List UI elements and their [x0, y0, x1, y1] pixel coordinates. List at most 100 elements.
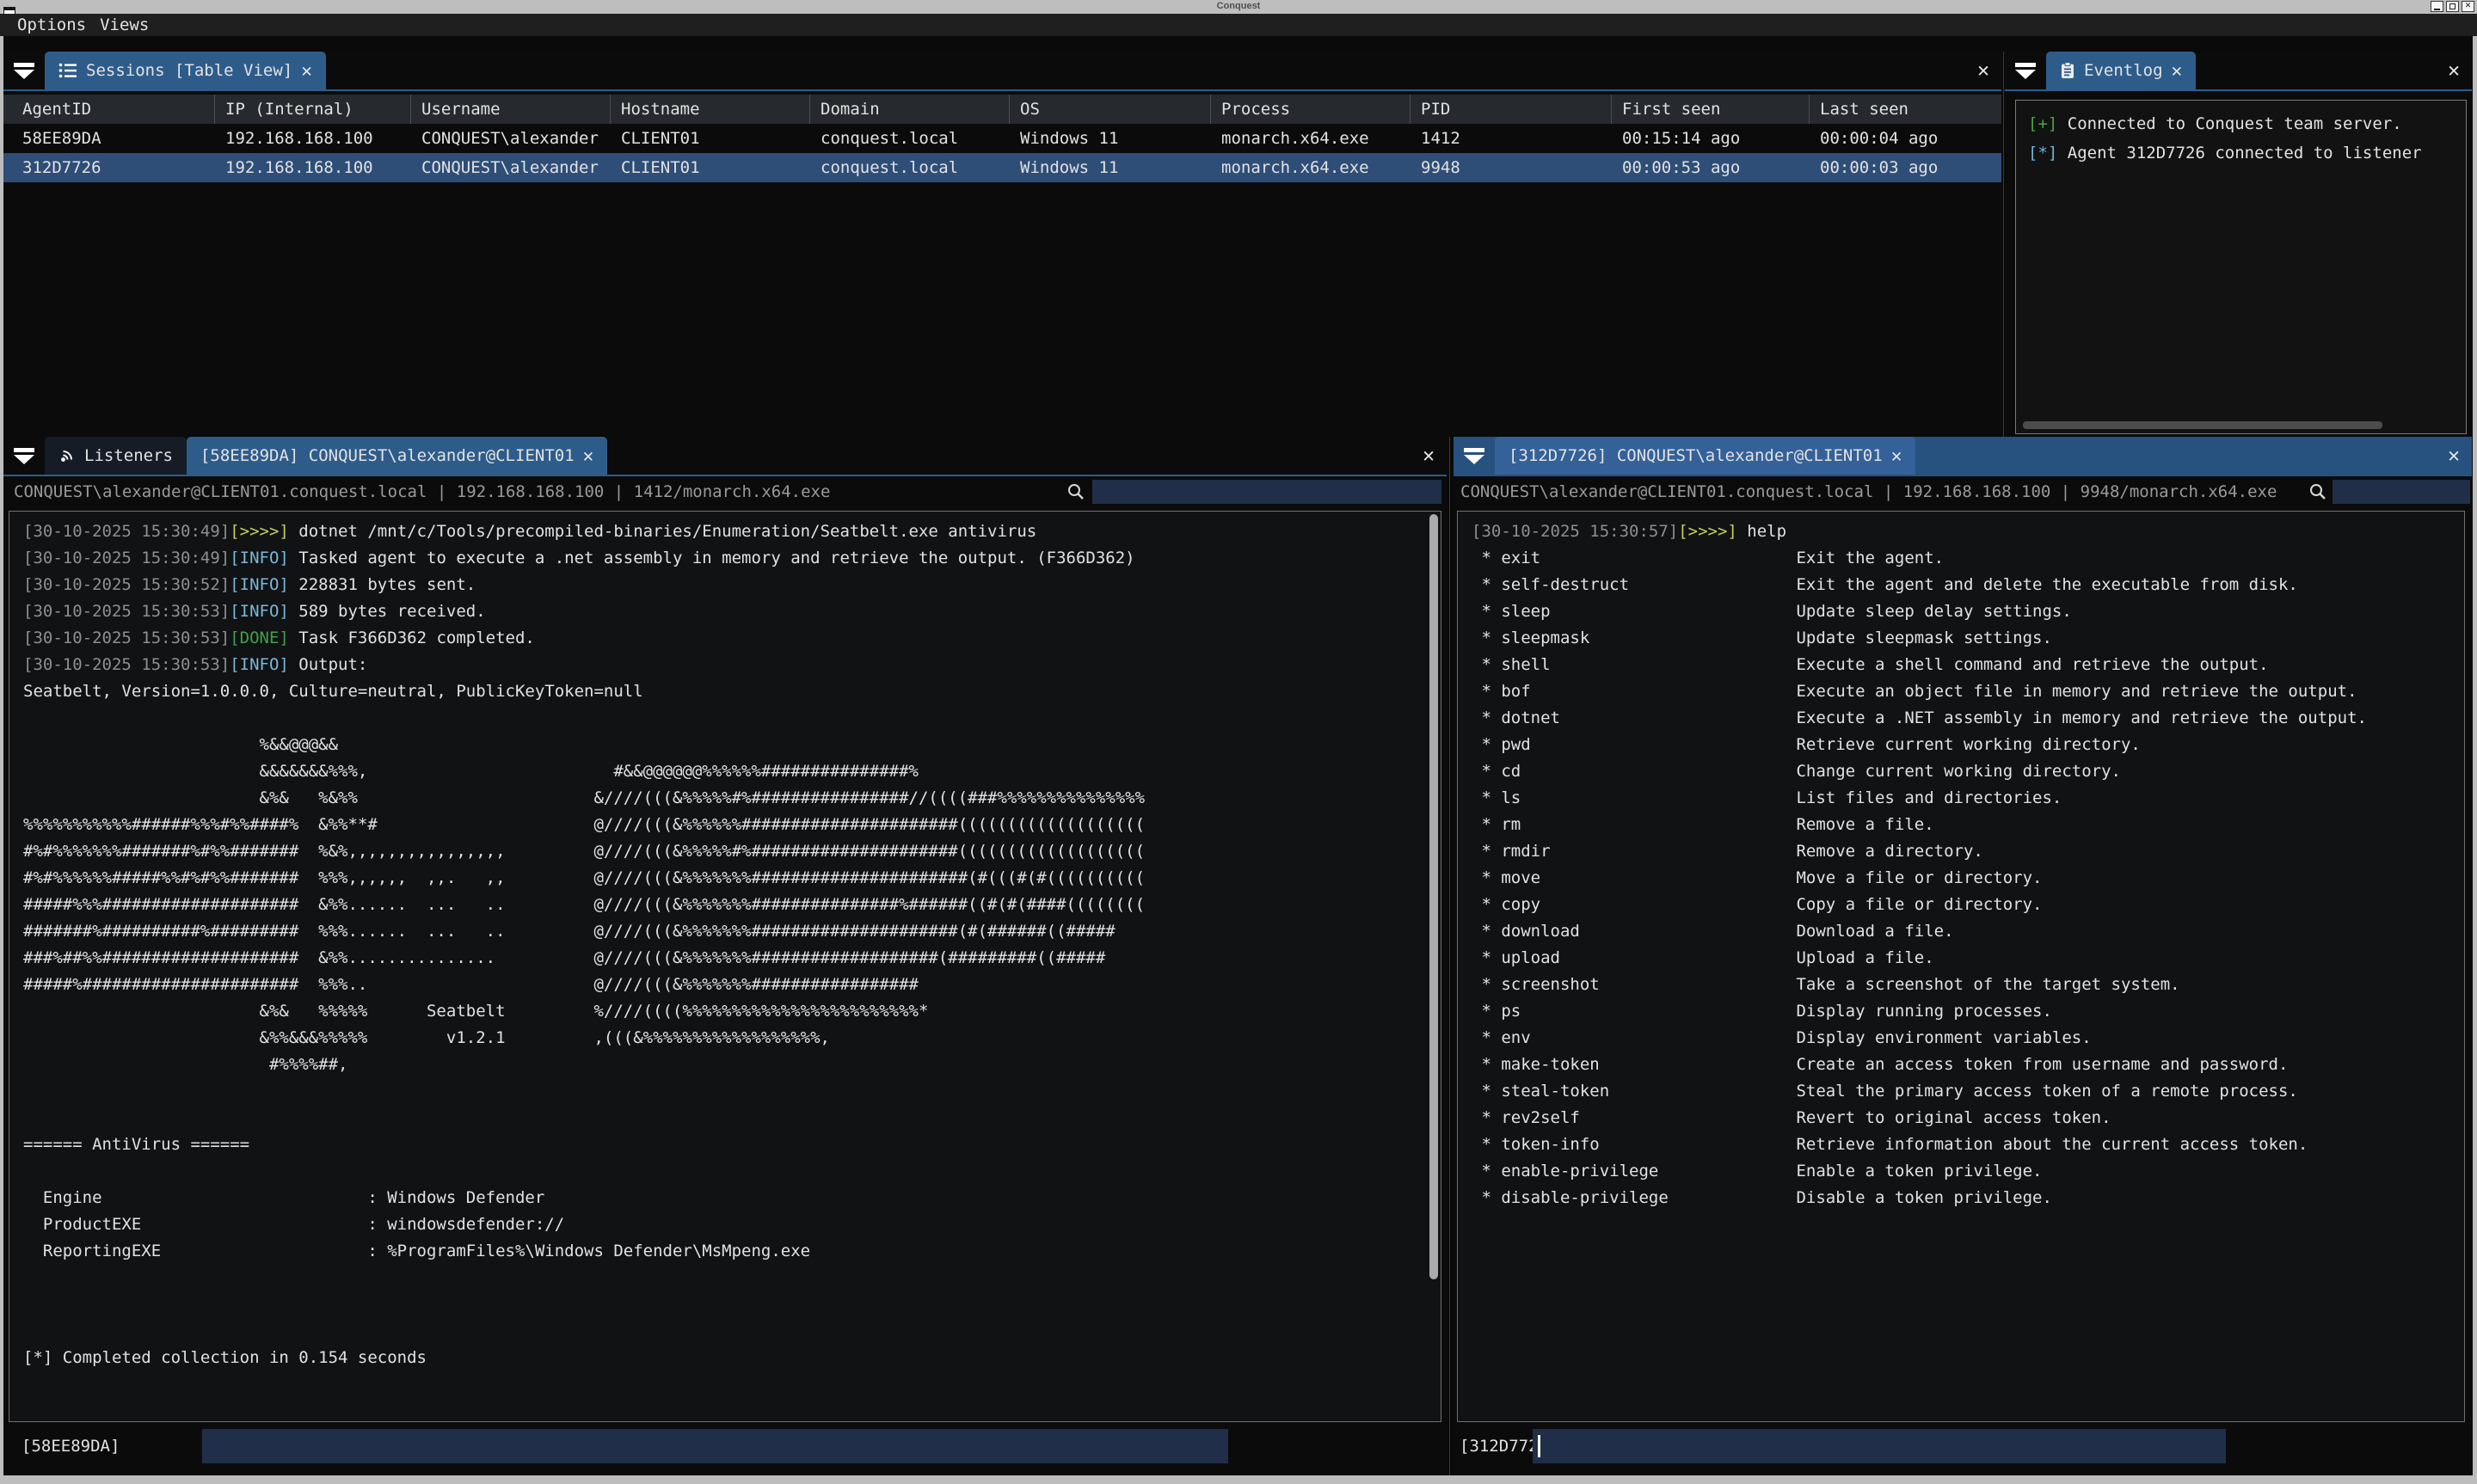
tab-close-icon[interactable]: ✕ [2172, 62, 2183, 80]
sessions-tabbar: Sessions [Table View] ✕ ✕ [3, 52, 2001, 91]
column-header[interactable]: AgentID [3, 95, 215, 124]
cell: CONQUEST\alexander [411, 153, 611, 182]
sessions-panel-close-icon[interactable]: ✕ [1977, 59, 1989, 82]
console-line: * ls List files and directories. [1472, 785, 2464, 812]
tab-listeners[interactable]: Listeners [45, 437, 187, 475]
eventlog-panel-close-icon[interactable]: ✕ [2448, 59, 2460, 82]
session-row[interactable]: 312D7726192.168.168.100CONQUEST\alexande… [3, 153, 2001, 182]
right-console-output[interactable]: [30-10-2025 15:30:57][>>>>] help * exit … [1457, 511, 2465, 1422]
panel-menu-button[interactable] [3, 437, 45, 475]
window-title: Conquest [0, 1, 2477, 11]
cell: 58EE89DA [3, 124, 215, 153]
console-line: [30-10-2025 15:30:52][INFO] 228831 bytes… [23, 572, 1441, 598]
tab-close-icon[interactable]: ✕ [1891, 447, 1902, 465]
console-line [23, 1291, 1441, 1318]
console-line: #####%###################### %%%.. @////… [23, 972, 1441, 998]
panel-menu-button[interactable] [1454, 437, 1495, 475]
console-line: [30-10-2025 15:30:49][>>>>] dotnet /mnt/… [23, 518, 1441, 545]
right-console-tabbar: [312D7726] CONQUEST\alexander@CLIENT01 ✕… [1454, 437, 2472, 476]
window-border-right [2473, 36, 2477, 1475]
column-header[interactable]: PID [1411, 95, 1612, 124]
panel-menu-button[interactable] [3, 52, 45, 89]
tab-session-label: [58EE89DA] CONQUEST\alexander@CLIENT01 [200, 446, 575, 465]
column-header[interactable]: Process [1211, 95, 1411, 124]
panel-menu-button[interactable] [2005, 52, 2046, 89]
menu-views[interactable]: Views [100, 15, 149, 34]
console-line: &%& %%%%% Seatbelt %////((((%%%%%%%%%%%%… [23, 998, 1441, 1025]
column-header[interactable]: OS [1010, 95, 1211, 124]
console-lines: [30-10-2025 15:30:49][>>>>] dotnet /mnt/… [23, 518, 1441, 1371]
console-line: * sleep Update sleep delay settings. [1472, 598, 2464, 625]
splitter-top[interactable] [2003, 52, 2004, 437]
chevron-down-icon [2015, 70, 2036, 79]
cell: Windows 11 [1010, 153, 1211, 182]
eventlog-line: [*] Agent 312D7726 connected to listener [2028, 138, 2466, 168]
tab-session-label: [312D7726] CONQUEST\alexander@CLIENT01 [1509, 446, 1883, 465]
search-input[interactable] [2333, 480, 2470, 504]
close-button[interactable]: ✕ [2462, 1, 2474, 12]
eventlog-output: [+] Connected to Conquest team server.[*… [2015, 100, 2467, 434]
cell: monarch.x64.exe [1211, 153, 1411, 182]
console-line: * bof Execute an object file in memory a… [1472, 678, 2464, 705]
console-line: %&&@@@&& [23, 732, 1441, 758]
menu-bar: Options Views [0, 14, 2477, 36]
column-header[interactable]: Last seen [1810, 95, 2001, 124]
column-header[interactable]: Hostname [611, 95, 810, 124]
menu-options[interactable]: Options [17, 15, 86, 34]
title-bar[interactable]: Conquest ✕ [0, 0, 2477, 14]
column-header[interactable]: Domain [810, 95, 1010, 124]
cell: 00:15:14 ago [1612, 124, 1810, 153]
text-cursor [1538, 1435, 1540, 1457]
session-row[interactable]: 58EE89DA192.168.168.100CONQUEST\alexande… [3, 124, 2001, 153]
console-line: * cd Change current working directory. [1472, 758, 2464, 785]
sessions-table-header: AgentIDIP (Internal)UsernameHostnameDoma… [3, 95, 2001, 124]
console-line: * steal-token Steal the primary access t… [1472, 1078, 2464, 1105]
cell: conquest.local [810, 124, 1010, 153]
eventlog-hscrollbar[interactable] [2023, 421, 2382, 429]
tab-close-icon[interactable]: ✕ [583, 447, 594, 465]
clipboard-icon [2060, 62, 2075, 79]
console-line: * pwd Retrieve current working directory… [1472, 732, 2464, 758]
console-line: ###%##%%#################### &%%........… [23, 945, 1441, 972]
command-input[interactable] [1533, 1429, 2226, 1463]
right-console-panel-close-icon[interactable]: ✕ [2448, 445, 2460, 467]
column-header[interactable]: First seen [1612, 95, 1810, 124]
console-line: [30-10-2025 15:30:53][INFO] 589 bytes re… [23, 598, 1441, 625]
sessions-panel: Sessions [Table View] ✕ ✕ AgentIDIP (Int… [3, 52, 2001, 435]
window-border-bottom [0, 1475, 2477, 1484]
console-line: %%%%%%%%%%%######%%%#%%####% &%%**# @///… [23, 812, 1441, 838]
eventlog-line: [+] Connected to Conquest team server. [2028, 109, 2466, 138]
search-icon [1066, 482, 1085, 501]
search-input[interactable] [1092, 480, 1441, 504]
command-input[interactable] [202, 1429, 1228, 1463]
minimize-button[interactable] [2431, 1, 2443, 12]
tab-listeners-label: Listeners [84, 446, 173, 465]
tab-eventlog-label: Eventlog [2084, 61, 2163, 80]
tab-sessions-label: Sessions [Table View] [86, 61, 292, 80]
console-line: * copy Copy a file or directory. [1472, 892, 2464, 918]
console-line: [*] Completed collection in 0.154 second… [23, 1345, 1441, 1371]
console-line: #%#%%%%%%#####%%#%#%%####### %%%,,,,,, ,… [23, 865, 1441, 892]
panel-menu-icon [14, 448, 34, 452]
cell: CLIENT01 [611, 153, 810, 182]
column-header[interactable]: IP (Internal) [215, 95, 411, 124]
console-line [23, 1158, 1441, 1185]
left-console-panel-close-icon[interactable]: ✕ [1423, 445, 1435, 467]
column-header[interactable]: Username [411, 95, 611, 124]
tab-sessions[interactable]: Sessions [Table View] ✕ [45, 52, 326, 89]
tab-session-312D7726[interactable]: [312D7726] CONQUEST\alexander@CLIENT01 ✕ [1495, 437, 1915, 475]
maximize-button[interactable] [2446, 1, 2459, 12]
left-console-vscrollbar[interactable] [1429, 514, 1438, 1279]
console-line: * self-destruct Exit the agent and delet… [1472, 572, 2464, 598]
tab-session-58EE89DA[interactable]: [58EE89DA] CONQUEST\alexander@CLIENT01 ✕ [187, 437, 607, 475]
left-console-output[interactable]: [30-10-2025 15:30:49][>>>>] dotnet /mnt/… [9, 511, 1441, 1422]
tab-eventlog[interactable]: Eventlog ✕ [2046, 52, 2196, 89]
console-line: * screenshot Take a screenshot of the ta… [1472, 972, 2464, 998]
splitter-bottom[interactable] [1449, 437, 1450, 1475]
console-line: * shell Execute a shell command and retr… [1472, 652, 2464, 678]
cell: 192.168.168.100 [215, 124, 411, 153]
eventlog-panel: Eventlog ✕ ✕ [+] Connected to Conquest t… [2005, 52, 2472, 435]
tab-close-icon[interactable]: ✕ [301, 62, 312, 80]
console-line: #%%%%##, [23, 1052, 1441, 1078]
console-line: * sleepmask Update sleepmask settings. [1472, 625, 2464, 652]
